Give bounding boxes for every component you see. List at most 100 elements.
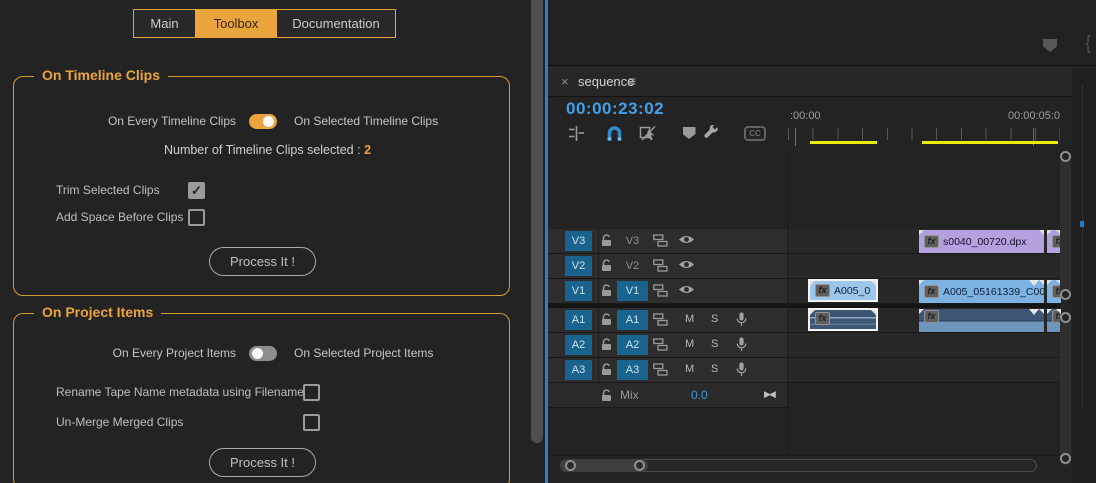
clip-v3-partial[interactable]: fx s [1047, 230, 1061, 253]
lock-icon[interactable] [601, 363, 612, 376]
fx-badge: fx [924, 235, 939, 248]
trim-selected-clips-checkbox[interactable]: ✓ [188, 182, 205, 199]
solo-button[interactable]: S [711, 363, 725, 375]
timeline-settings-icon[interactable] [700, 124, 722, 142]
track-target-v3[interactable]: V3 [617, 231, 648, 251]
sync-lock-icon[interactable] [653, 363, 668, 376]
tab-toolbox[interactable]: Toolbox [196, 10, 277, 37]
keyframe-nav-icon[interactable]: ▶◀ [764, 389, 776, 400]
track-row-a3: A3 A3 M S [548, 358, 1060, 383]
mute-button[interactable]: M [685, 363, 699, 375]
audio-tracks-scrollbar[interactable] [1060, 312, 1071, 465]
fx-badge: fx [924, 285, 939, 298]
marker-shape [682, 127, 696, 139]
process-timeline-button[interactable]: Process It ! [209, 247, 316, 276]
playhead-timecode[interactable]: 00:00:23:02 [566, 99, 664, 119]
audio-scrollbar-handle-bottom[interactable] [1060, 453, 1071, 464]
voiceover-mic-icon[interactable] [736, 337, 747, 352]
track-target-a2[interactable]: A2 [617, 335, 648, 355]
track-output-eye-icon[interactable] [678, 259, 695, 270]
column-seam [598, 254, 599, 278]
on-project-items-section: On Project Items On Every Project Items … [13, 304, 510, 483]
video-tracks-scrollbar[interactable] [1060, 152, 1071, 300]
clip-a1-a005[interactable]: fx [919, 309, 1044, 332]
voiceover-mic-icon[interactable] [736, 312, 747, 327]
left-panel-scrollbar[interactable] [531, 0, 543, 443]
clip-v1-a005[interactable]: fx A005_05161339_C00 [919, 280, 1044, 303]
track-lane-v2[interactable] [787, 254, 1060, 278]
lock-icon[interactable] [601, 234, 612, 247]
sequence-tab-label[interactable]: sequence [578, 74, 634, 89]
process-project-button[interactable]: Process It ! [209, 448, 316, 477]
zoom-handle-left[interactable] [565, 460, 576, 471]
tab-bar: Main Toolbox Documentation [133, 9, 396, 38]
add-space-before-clips-checkbox[interactable]: ✓ [188, 209, 205, 226]
add-marker-icon[interactable] [678, 124, 700, 142]
zoom-handle-right[interactable] [634, 460, 645, 471]
cc-label: CC [744, 125, 766, 141]
track-lane-a2[interactable] [787, 333, 1060, 357]
clip-a1-partial[interactable]: fx [1047, 309, 1061, 332]
solo-button[interactable]: S [711, 338, 725, 350]
track-target-a3[interactable]: A3 [617, 360, 648, 380]
voiceover-mic-icon[interactable] [736, 362, 747, 377]
video-scrollbar-handle-top[interactable] [1060, 151, 1071, 162]
track-target-v1[interactable]: V1 [617, 281, 648, 301]
toggle-left-label: On Every Project Items [112, 346, 236, 360]
nest-sequence-icon[interactable] [565, 124, 587, 142]
fx-badge: fx [815, 284, 830, 297]
panel-menu-icon[interactable]: ≡ [628, 73, 636, 89]
rename-tape-name-row: Rename Tape Name metadata using Filename… [56, 384, 509, 401]
clip-a1-selected[interactable]: fx [808, 308, 878, 331]
mix-level-value[interactable]: 0.0 [691, 388, 708, 402]
sync-lock-icon[interactable] [653, 234, 668, 247]
linked-selection-icon[interactable] [637, 124, 659, 142]
sync-lock-icon[interactable] [653, 284, 668, 297]
source-patch-v1[interactable]: V1 [565, 281, 592, 301]
lock-icon[interactable] [601, 313, 612, 326]
snap-magnet-icon[interactable] [603, 124, 625, 142]
sync-lock-icon[interactable] [653, 338, 668, 351]
track-output-eye-icon[interactable] [678, 284, 695, 295]
track-row-v2: V2 V2 [548, 254, 1060, 279]
timeline-panel: { × sequence ≡ 00:00:23:02 CC :00:00 00:… [548, 0, 1096, 483]
unmerge-clips-checkbox[interactable]: ✓ [303, 414, 320, 431]
close-icon[interactable]: × [561, 74, 569, 89]
tab-documentation[interactable]: Documentation [277, 10, 395, 37]
video-scrollbar-handle-bottom[interactable] [1060, 289, 1071, 300]
toggle-knob [263, 116, 274, 127]
sync-lock-icon[interactable] [653, 259, 668, 272]
time-ruler[interactable]: :00:00 00:00:05:0 [788, 106, 1060, 146]
tab-main[interactable]: Main [134, 10, 196, 37]
track-output-eye-icon[interactable] [678, 234, 695, 245]
mute-button[interactable]: M [685, 313, 699, 325]
clip-v1-partial[interactable]: fx [1047, 280, 1061, 303]
clip-v3-s0040[interactable]: fx s0040_00720.dpx [919, 230, 1044, 253]
lock-icon[interactable] [601, 259, 612, 272]
audio-scrollbar-handle-top[interactable] [1060, 312, 1071, 323]
lock-icon[interactable] [601, 338, 612, 351]
column-seam [598, 229, 599, 253]
source-patch-a3[interactable]: A3 [565, 360, 592, 380]
track-lane-a3[interactable] [787, 358, 1060, 382]
fx-badge: fx [924, 310, 939, 323]
mute-button[interactable]: M [685, 338, 699, 350]
track-target-v2[interactable]: V2 [617, 256, 648, 276]
timeline-scope-toggle[interactable] [249, 114, 277, 129]
clip-v1-selected[interactable]: fx A005_0 [808, 279, 878, 302]
source-patch-v2[interactable]: V2 [565, 256, 592, 276]
selection-range-bar [922, 141, 1058, 144]
source-patch-a1[interactable]: A1 [565, 310, 592, 330]
captions-icon[interactable]: CC [744, 124, 766, 142]
track-row-a2: A2 A2 M S [548, 333, 1060, 358]
sync-lock-icon[interactable] [653, 313, 668, 326]
lock-icon[interactable] [601, 284, 612, 297]
on-timeline-clips-section: On Timeline Clips On Every Timeline Clip… [13, 67, 510, 296]
solo-button[interactable]: S [711, 313, 725, 325]
track-target-a1[interactable]: A1 [617, 310, 648, 330]
rename-tape-name-checkbox[interactable]: ✓ [303, 384, 320, 401]
source-patch-v3[interactable]: V3 [565, 231, 592, 251]
lock-icon[interactable] [601, 389, 612, 402]
source-patch-a2[interactable]: A2 [565, 335, 592, 355]
project-scope-toggle[interactable] [249, 346, 277, 361]
